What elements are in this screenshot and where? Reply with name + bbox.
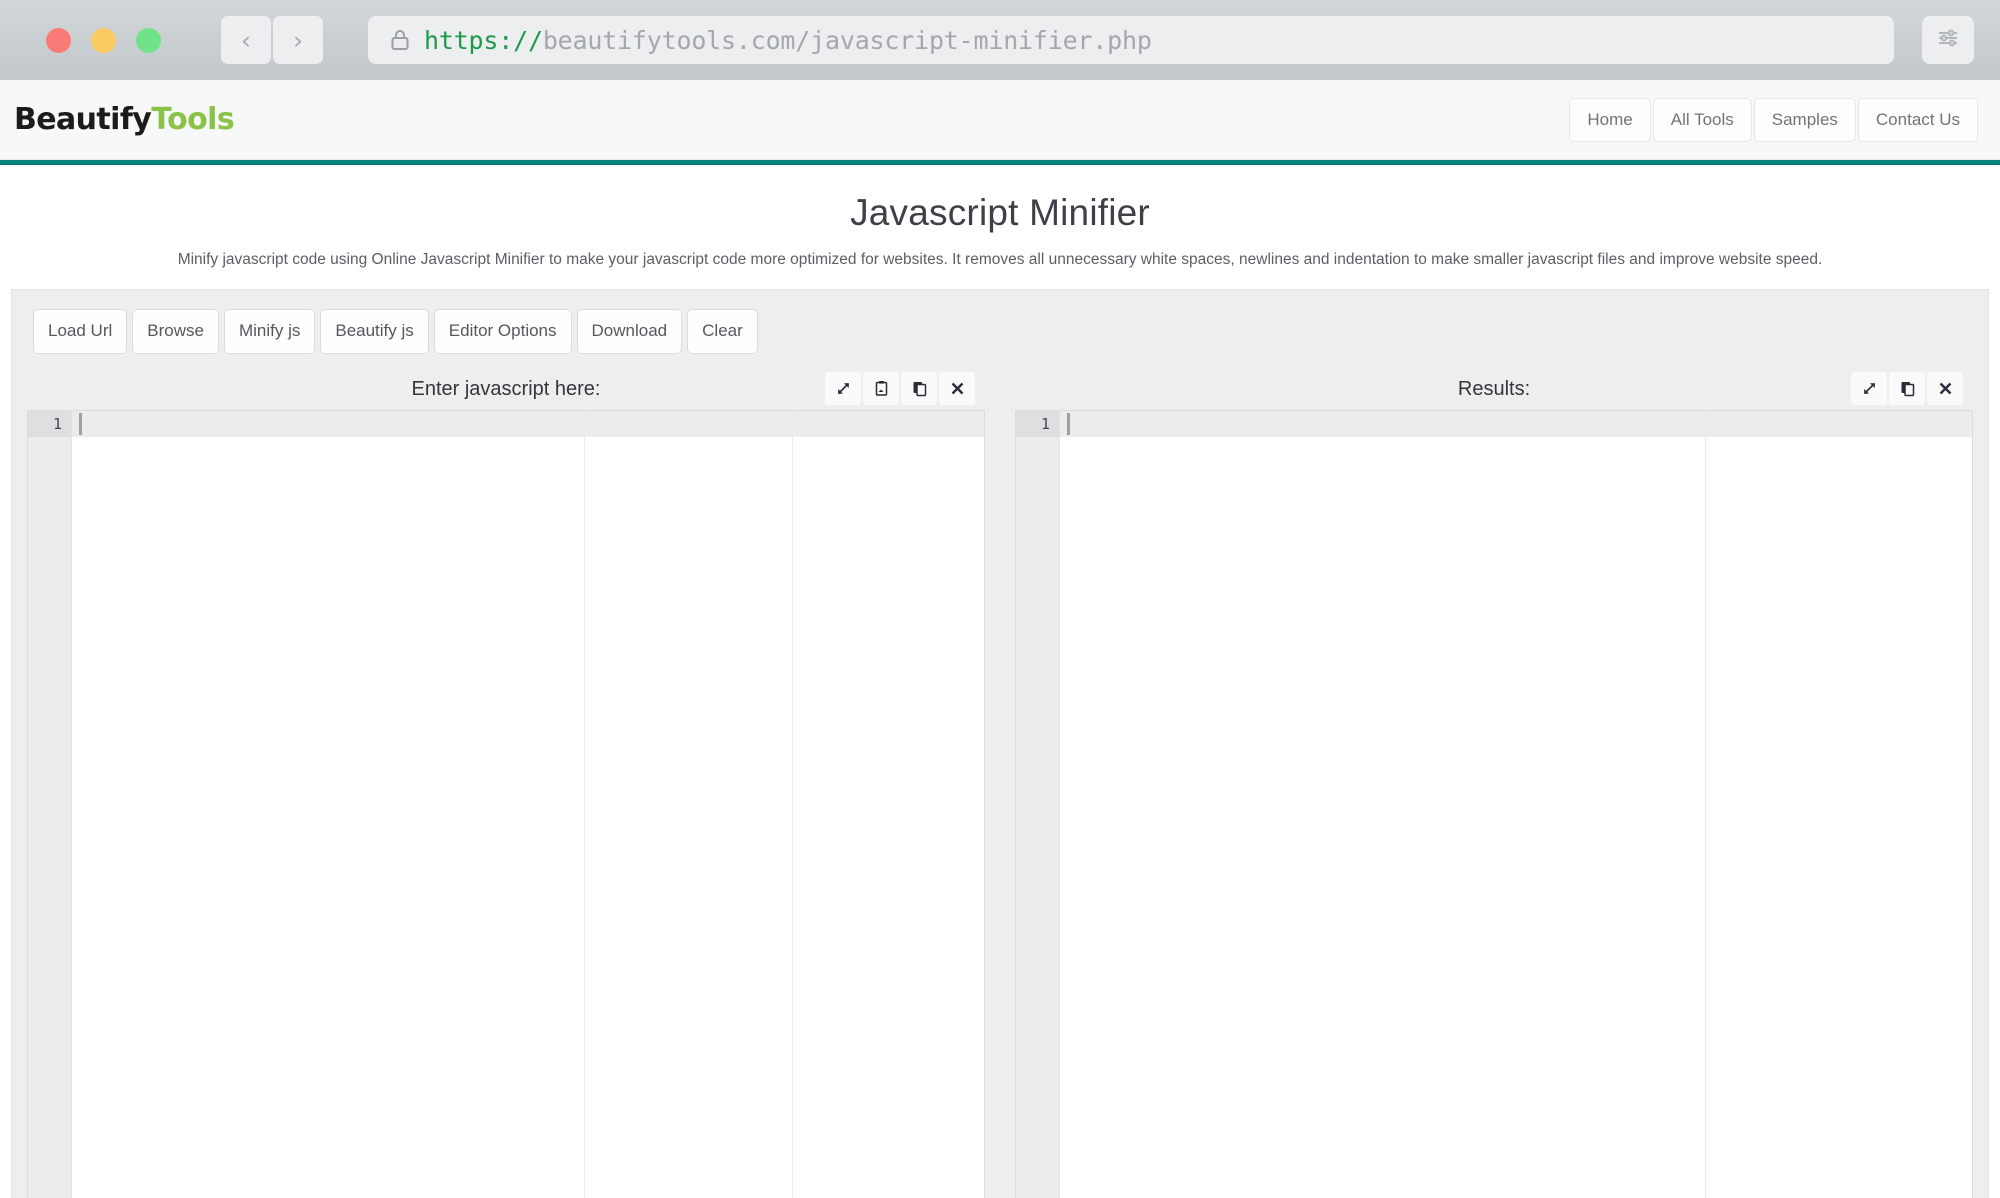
input-editor-panel: Enter javascript here: 1 [27, 370, 985, 1198]
tool-toolbar: Load Url Browse Minify js Beautify js Ed… [12, 290, 1988, 370]
beautify-js-button[interactable]: Beautify js [320, 309, 429, 354]
input-editor-header: Enter javascript here: [27, 370, 985, 410]
forward-button[interactable]: › [273, 16, 323, 64]
results-editor-toolbar [1851, 371, 1963, 405]
download-button[interactable]: Download [576, 309, 683, 354]
results-active-line-highlight [1060, 410, 1972, 437]
expand-icon [835, 380, 852, 397]
editor-grid: Enter javascript here: 1 Results: 1 [12, 370, 1988, 1198]
input-line-number: 1 [28, 410, 71, 437]
input-close-button[interactable] [939, 371, 975, 405]
input-text-caret [79, 412, 82, 435]
expand-icon [1861, 380, 1878, 397]
input-print-margin-ruler [584, 410, 585, 1198]
window-traffic-lights [46, 27, 161, 53]
results-editor-label: Results: [1457, 378, 1531, 401]
input-editor-label: Enter javascript here: [411, 378, 601, 401]
results-expand-button[interactable] [1851, 371, 1887, 405]
site-logo[interactable]: BeautifyTools [14, 102, 235, 137]
sliders-icon [1934, 24, 1962, 57]
address-bar[interactable]: https://beautifytools.com/javascript-min… [368, 16, 1894, 64]
results-editor-panel: Results: 1 [1015, 370, 1973, 1198]
logo-text-accent: Tools [151, 102, 235, 137]
results-editor-header: Results: [1015, 370, 1973, 410]
forward-chevron-icon: › [293, 25, 303, 55]
input-code-area[interactable] [72, 410, 984, 1198]
results-editor-gutter: 1 [1016, 410, 1060, 1198]
results-code-area[interactable] [1060, 410, 1972, 1198]
copy-icon [911, 380, 928, 397]
input-editor-body[interactable]: 1 [27, 409, 985, 1198]
back-button[interactable]: ‹ [221, 16, 271, 64]
input-expand-button[interactable] [825, 371, 861, 405]
maximize-window-button[interactable] [136, 27, 161, 53]
close-icon [949, 380, 966, 397]
copy-icon [1899, 380, 1916, 397]
minimize-window-button[interactable] [91, 27, 116, 53]
browse-button[interactable]: Browse [132, 309, 219, 354]
nav-item-all-tools[interactable]: All Tools [1652, 97, 1752, 142]
editor-options-button[interactable]: Editor Options [433, 309, 572, 354]
site-header: BeautifyTools Home All Tools Samples Con… [0, 80, 2000, 160]
nav-item-home[interactable]: Home [1569, 97, 1651, 142]
input-active-line-highlight [72, 410, 984, 437]
nav-item-samples[interactable]: Samples [1753, 97, 1856, 142]
minify-js-button[interactable]: Minify js [223, 309, 316, 354]
close-window-button[interactable] [46, 27, 71, 53]
input-copy-button[interactable] [901, 371, 937, 405]
results-text-caret [1067, 412, 1070, 435]
browser-nav-buttons: ‹ › [221, 16, 323, 64]
site-navigation: Home All Tools Samples Contact Us [1569, 97, 1978, 142]
results-editor-body[interactable]: 1 [1015, 409, 1973, 1198]
results-close-button[interactable] [1927, 371, 1963, 405]
input-right-edge-ruler [792, 410, 793, 1198]
clear-button[interactable]: Clear [687, 309, 758, 354]
tool-panel: Load Url Browse Minify js Beautify js Ed… [11, 289, 1989, 1198]
url-scheme: https:// [424, 25, 543, 55]
results-line-number: 1 [1016, 410, 1059, 437]
logo-text-primary: Beautify [14, 102, 152, 137]
input-editor-toolbar [825, 371, 975, 405]
nav-item-contact-us[interactable]: Contact Us [1857, 97, 1978, 142]
url-host-path: beautifytools.com/javascript-minifier.ph… [542, 25, 1152, 55]
results-print-margin-ruler [1705, 410, 1706, 1198]
lock-icon [390, 28, 410, 52]
browser-settings-button[interactable] [1922, 16, 1974, 64]
load-url-button[interactable]: Load Url [33, 309, 128, 354]
page-title: Javascript Minifier [850, 192, 1150, 233]
browser-chrome: ‹ › https://beautifytools.com/javascript… [0, 0, 2000, 80]
page-description: Minify javascript code using Online Java… [177, 251, 1823, 268]
input-editor-gutter: 1 [28, 410, 72, 1198]
results-copy-button[interactable] [1889, 371, 1925, 405]
close-icon [1937, 380, 1954, 397]
url-text: https://beautifytools.com/javascript-min… [424, 26, 1152, 55]
back-chevron-icon: ‹ [241, 25, 251, 55]
paste-icon [873, 380, 890, 397]
input-paste-button[interactable] [863, 371, 899, 405]
